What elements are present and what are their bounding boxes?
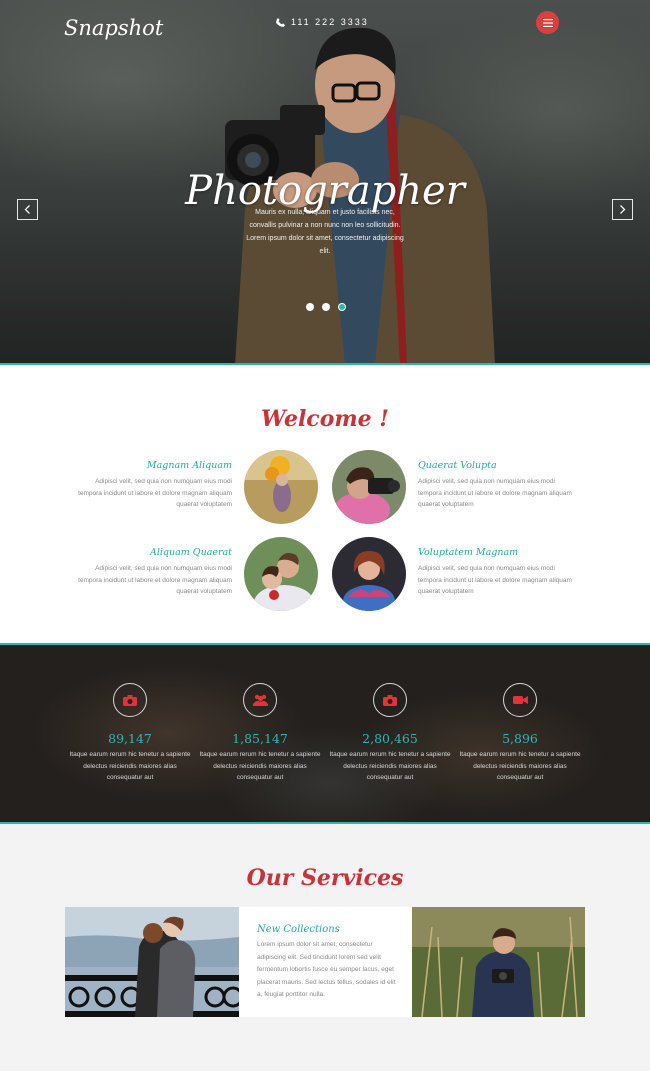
hamburger-icon xyxy=(542,18,553,27)
feature-item: Magnam Aliquam Adipisci velit, sed quia … xyxy=(72,460,232,511)
slider-dots xyxy=(306,303,346,311)
service-card-text: Lorem ipsum dolor sit amet, consectetur … xyxy=(257,941,396,998)
feature-title[interactable]: Aliquam Quaerat xyxy=(72,547,232,558)
stat-value: 2,80,465 xyxy=(362,731,418,746)
service-photo-photographer-field[interactable] xyxy=(412,907,585,1017)
slider-dot-3[interactable] xyxy=(338,303,346,311)
feature-photo-woman-scarf xyxy=(332,537,406,611)
feature-item: Quaerat Volupta Adipisci velit, sed quia… xyxy=(418,460,578,511)
feature-photo-balloon-girl xyxy=(244,450,318,524)
phone-number-text: 111 222 3333 xyxy=(291,17,369,27)
hero-description: Mauris ex nulla, aliquam et justo facili… xyxy=(246,209,404,255)
stat-value: 5,896 xyxy=(502,731,538,746)
feature-item: Aliquam Quaerat Adipisci velit, sed quia… xyxy=(72,547,232,598)
services-title: Our Services xyxy=(246,865,404,891)
stat-value: 1,85,147 xyxy=(232,731,288,746)
stats-section: 89,147 Itaque earum rerum hic tenetur a … xyxy=(0,643,650,824)
menu-button[interactable] xyxy=(536,11,559,34)
stat-icon-circle xyxy=(373,683,407,717)
feature-photo-couple xyxy=(244,537,318,611)
stat-icon-circle xyxy=(503,683,537,717)
stat-description: Itaque earum rerum hic tenetur a sapient… xyxy=(199,751,321,781)
welcome-section: Welcome ! Magnam Aliquam Adipisci velit,… xyxy=(0,366,650,643)
phone-icon xyxy=(276,17,285,27)
service-photo-couple-railing[interactable] xyxy=(65,907,239,1017)
camera-icon xyxy=(383,694,397,706)
phone-number[interactable]: 111 222 3333 xyxy=(276,17,369,27)
stat-item: 89,147 Itaque earum rerum hic tenetur a … xyxy=(65,683,195,784)
users-icon xyxy=(252,694,268,706)
stat-item: 1,85,147 Itaque earum rerum hic tenetur … xyxy=(195,683,325,784)
feature-title[interactable]: Magnam Aliquam xyxy=(72,460,232,471)
stat-icon-circle xyxy=(243,683,277,717)
feature-photo-woman-camera xyxy=(332,450,406,524)
camera-icon xyxy=(123,694,137,706)
accent-divider xyxy=(0,643,650,645)
welcome-title: Welcome ! xyxy=(261,406,389,432)
feature-text: Adipisci velit, sed quia non numquam eiu… xyxy=(418,565,572,595)
stat-value: 89,147 xyxy=(108,731,152,746)
stat-item: 2,80,465 Itaque earum rerum hic tenetur … xyxy=(325,683,455,784)
stat-description: Itaque earum rerum hic tenetur a sapient… xyxy=(69,751,191,781)
services-section: Our Services New Collections Lorem ipsum… xyxy=(0,824,650,1071)
page: Snapshot 111 222 3333 Photographer Mauri… xyxy=(0,0,650,1071)
slider-dot-2[interactable] xyxy=(322,303,330,311)
hero-banner: Snapshot 111 222 3333 Photographer Mauri… xyxy=(0,0,650,365)
service-card-title[interactable]: New Collections xyxy=(257,924,412,935)
accent-divider xyxy=(0,363,650,365)
slider-dot-1[interactable] xyxy=(306,303,314,311)
stat-description: Itaque earum rerum hic tenetur a sapient… xyxy=(329,751,451,781)
video-camera-icon xyxy=(512,696,528,704)
feature-title[interactable]: Voluptatem Magnam xyxy=(418,547,578,558)
service-card: New Collections Lorem ipsum dolor sit am… xyxy=(239,907,412,1017)
feature-title[interactable]: Quaerat Volupta xyxy=(418,460,578,471)
feature-text: Adipisci velit, sed quia non numquam eiu… xyxy=(418,478,572,508)
stat-icon-circle xyxy=(113,683,147,717)
feature-text: Adipisci velit, sed quia non numquam eiu… xyxy=(78,478,232,508)
feature-item: Voluptatem Magnam Adipisci velit, sed qu… xyxy=(418,547,578,598)
stat-item: 5,896 Itaque earum rerum hic tenetur a s… xyxy=(455,683,585,784)
feature-text: Adipisci velit, sed quia non numquam eiu… xyxy=(78,565,232,595)
stat-description: Itaque earum rerum hic tenetur a sapient… xyxy=(459,751,581,781)
site-logo[interactable]: Snapshot xyxy=(64,16,163,40)
